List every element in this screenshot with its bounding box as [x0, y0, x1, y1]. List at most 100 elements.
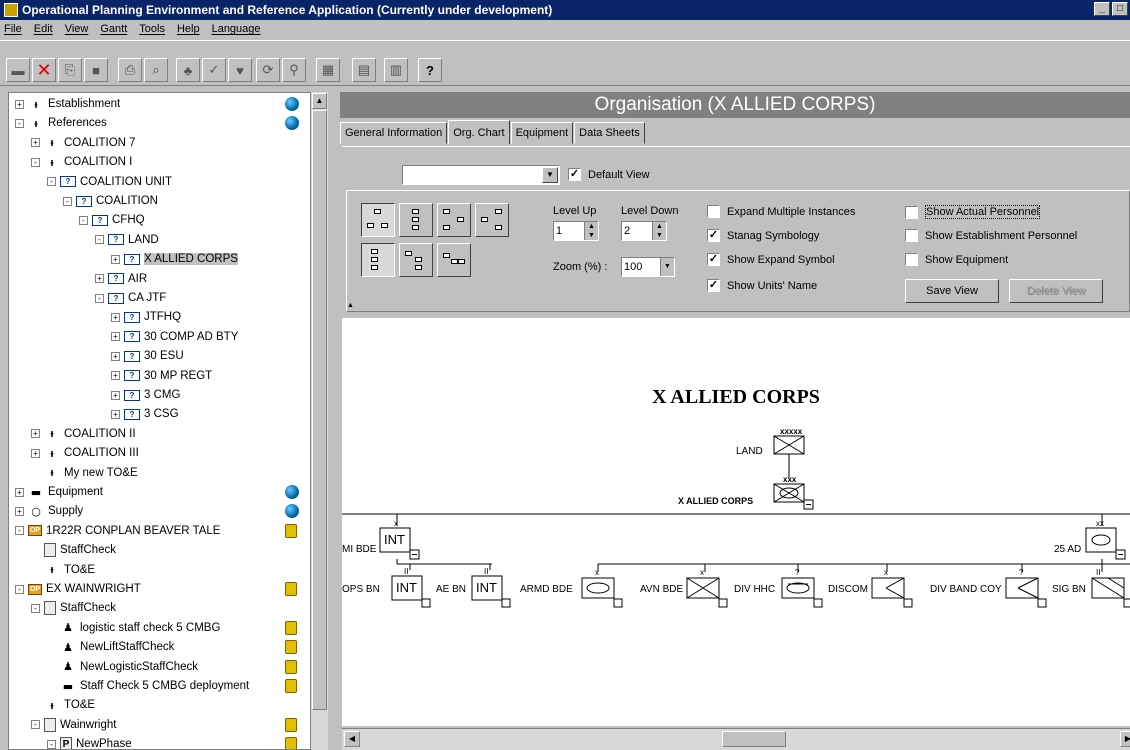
layout-vertical-button[interactable] [399, 203, 433, 237]
tree-node[interactable]: +? 3 CSG [111, 405, 179, 423]
expand-icon[interactable]: + [31, 138, 40, 148]
tree-node[interactable]: -? CFHQ [79, 211, 145, 229]
grid-icon[interactable]: ▦ [316, 58, 340, 82]
tree-scrollbar[interactable]: ▲ [310, 92, 328, 750]
tree-node[interactable]: ♟ logistic staff check 5 CMBG [47, 619, 220, 637]
chart-horizontal-scrollbar[interactable]: ◀ ▶ [342, 728, 1130, 750]
div-band-coy-unit-symbol[interactable] [1005, 577, 1039, 599]
list-view-2-button[interactable] [399, 243, 433, 277]
tab-equipment[interactable]: Equipment [510, 122, 574, 144]
tree-node[interactable]: -? COALITION UNIT [47, 173, 172, 191]
expand-icon[interactable]: + [31, 429, 40, 439]
menu-view[interactable]: View [65, 23, 89, 35]
collapse-icon[interactable]: - [15, 118, 24, 128]
scroll-thumb[interactable] [722, 731, 786, 747]
tree-node[interactable]: + ᵼ Establishment [15, 95, 120, 113]
expand-icon[interactable]: + [15, 487, 24, 497]
tree-node[interactable]: ♟ NewLogisticStaffCheck [47, 658, 198, 676]
save-view-button[interactable]: Save View [905, 279, 999, 303]
maximize-button[interactable]: □ [1112, 2, 1128, 16]
find-icon[interactable]: ⚲ [282, 58, 306, 82]
tree-node[interactable]: ᵼ My new TO&E [31, 464, 137, 482]
spell-icon[interactable]: ♣ [176, 58, 200, 82]
expand-multiple-checkbox[interactable]: Expand Multiple Instances [707, 205, 855, 218]
expand-icon[interactable]: + [15, 506, 24, 516]
tab-data-sheets[interactable]: Data Sheets [574, 122, 645, 144]
tree-node[interactable]: -? COALITION [63, 192, 158, 210]
layout-horizontal-button[interactable] [361, 203, 395, 237]
tree-node[interactable]: ♟ NewLiftStaffCheck [47, 638, 174, 656]
tree-node[interactable]: ᵼ TO&E [31, 696, 95, 714]
menu-file[interactable]: File [4, 23, 22, 35]
collapse-icon[interactable]: - [47, 739, 56, 749]
tree-node[interactable]: - OP 1R22R CONPLAN BEAVER TALE [15, 522, 220, 540]
folder-icon[interactable]: ▬ [6, 58, 30, 82]
scroll-up-icon[interactable]: ▲ [312, 93, 327, 109]
tree-node[interactable]: +? X ALLIED CORPS [111, 250, 238, 268]
check-icon[interactable]: ✓ [202, 58, 226, 82]
tree-node[interactable]: ᵼ TO&E [31, 561, 95, 579]
collapse-icon[interactable]: - [95, 293, 104, 303]
heart-icon[interactable]: ♥ [228, 58, 252, 82]
delete-view-button[interactable]: Delete View [1009, 279, 1103, 303]
tree-node[interactable]: +? JTFHQ [111, 308, 181, 326]
tree-node[interactable]: + ᵼ COALITION II [31, 425, 136, 443]
tree-node[interactable]: ▬ Staff Check 5 CMBG deployment [47, 677, 249, 695]
scroll-thumb[interactable] [312, 110, 327, 710]
level-up-spinner[interactable]: 1 ▲ ▼ [553, 221, 599, 241]
collapse-icon[interactable]: - [95, 235, 104, 245]
tree-view[interactable]: + ᵼ Establishment - ᵼ References + ᵼ COALITION 7… [8, 92, 328, 750]
show-equipment-checkbox[interactable]: Show Equipment [905, 253, 1008, 266]
save-icon[interactable]: ■ [84, 58, 108, 82]
expand-icon[interactable]: + [111, 409, 120, 419]
tree-node[interactable]: -? CA JTF [95, 289, 166, 307]
tree-node[interactable]: + ᵼ COALITION 7 [31, 134, 136, 152]
collapse-icon[interactable]: - [79, 215, 88, 225]
level-down-spinner[interactable]: 2 ▲ ▼ [621, 221, 667, 241]
scroll-left-icon[interactable]: ◀ [344, 731, 360, 747]
tree-node[interactable]: + ○ Supply [15, 502, 83, 520]
list-view-1-button[interactable] [361, 243, 395, 277]
expand-icon[interactable]: + [111, 254, 120, 264]
tree-node[interactable]: -? LAND [95, 231, 159, 249]
tree-node[interactable]: +? 30 ESU [111, 347, 184, 365]
expand-icon[interactable]: + [111, 371, 120, 381]
tree-node[interactable]: - StaffCheck [31, 599, 116, 617]
refresh-icon[interactable]: ⟳ [256, 58, 280, 82]
tree-node[interactable]: StaffCheck [31, 541, 116, 559]
expand-icon[interactable]: + [95, 274, 104, 284]
expand-symbol-checkbox[interactable]: ✓ Show Expand Symbol [707, 253, 835, 266]
expand-icon[interactable]: + [31, 448, 40, 458]
layout-mixed-button[interactable] [437, 203, 471, 237]
view-select[interactable]: ▼ [402, 165, 560, 185]
print-icon[interactable]: ⎙ [118, 58, 142, 82]
card-icon[interactable]: ▤ [352, 58, 376, 82]
tree-node[interactable]: + ▬ Equipment [15, 483, 103, 501]
menu-tools[interactable]: Tools [139, 23, 165, 35]
tree-node[interactable]: +? 30 COMP AD BTY [111, 328, 238, 346]
menu-edit[interactable]: Edit [34, 23, 53, 35]
establishment-personnel-checkbox[interactable]: Show Establishment Personnel [905, 229, 1077, 242]
tree-node[interactable]: - ᵼ COALITION I [31, 153, 132, 171]
collapse-icon[interactable]: - [47, 177, 56, 187]
collapse-icon[interactable]: - [31, 720, 40, 730]
scroll-right-icon[interactable]: ▶ [1120, 731, 1130, 747]
units-name-checkbox[interactable]: ✓ Show Units' Name [707, 279, 817, 292]
tree-node[interactable]: +? 3 CMG [111, 386, 180, 404]
copy-icon[interactable]: ⎘ [58, 58, 82, 82]
collapse-icon[interactable]: - [31, 157, 40, 167]
menu-help[interactable]: Help [177, 23, 200, 35]
collapse-icon[interactable]: - [15, 584, 24, 594]
default-view-checkbox[interactable]: ✓ Default View [568, 168, 650, 181]
tree-node[interactable]: +? AIR [95, 270, 147, 288]
chevron-down-icon[interactable]: ▼ [542, 167, 558, 183]
expand-icon[interactable]: + [111, 312, 120, 322]
tab-org-chart[interactable]: Org. Chart [448, 120, 510, 144]
zoom-select[interactable]: 100 ▼ [621, 257, 675, 277]
menu-language[interactable]: Language [212, 23, 261, 35]
resize-arrow-icon[interactable]: ▲ [347, 302, 354, 309]
expand-icon[interactable]: + [111, 351, 120, 361]
expand-icon[interactable]: + [111, 390, 120, 400]
spin-arrows-icon[interactable]: ▲ ▼ [652, 222, 666, 240]
minimize-button[interactable]: _ [1094, 2, 1110, 16]
